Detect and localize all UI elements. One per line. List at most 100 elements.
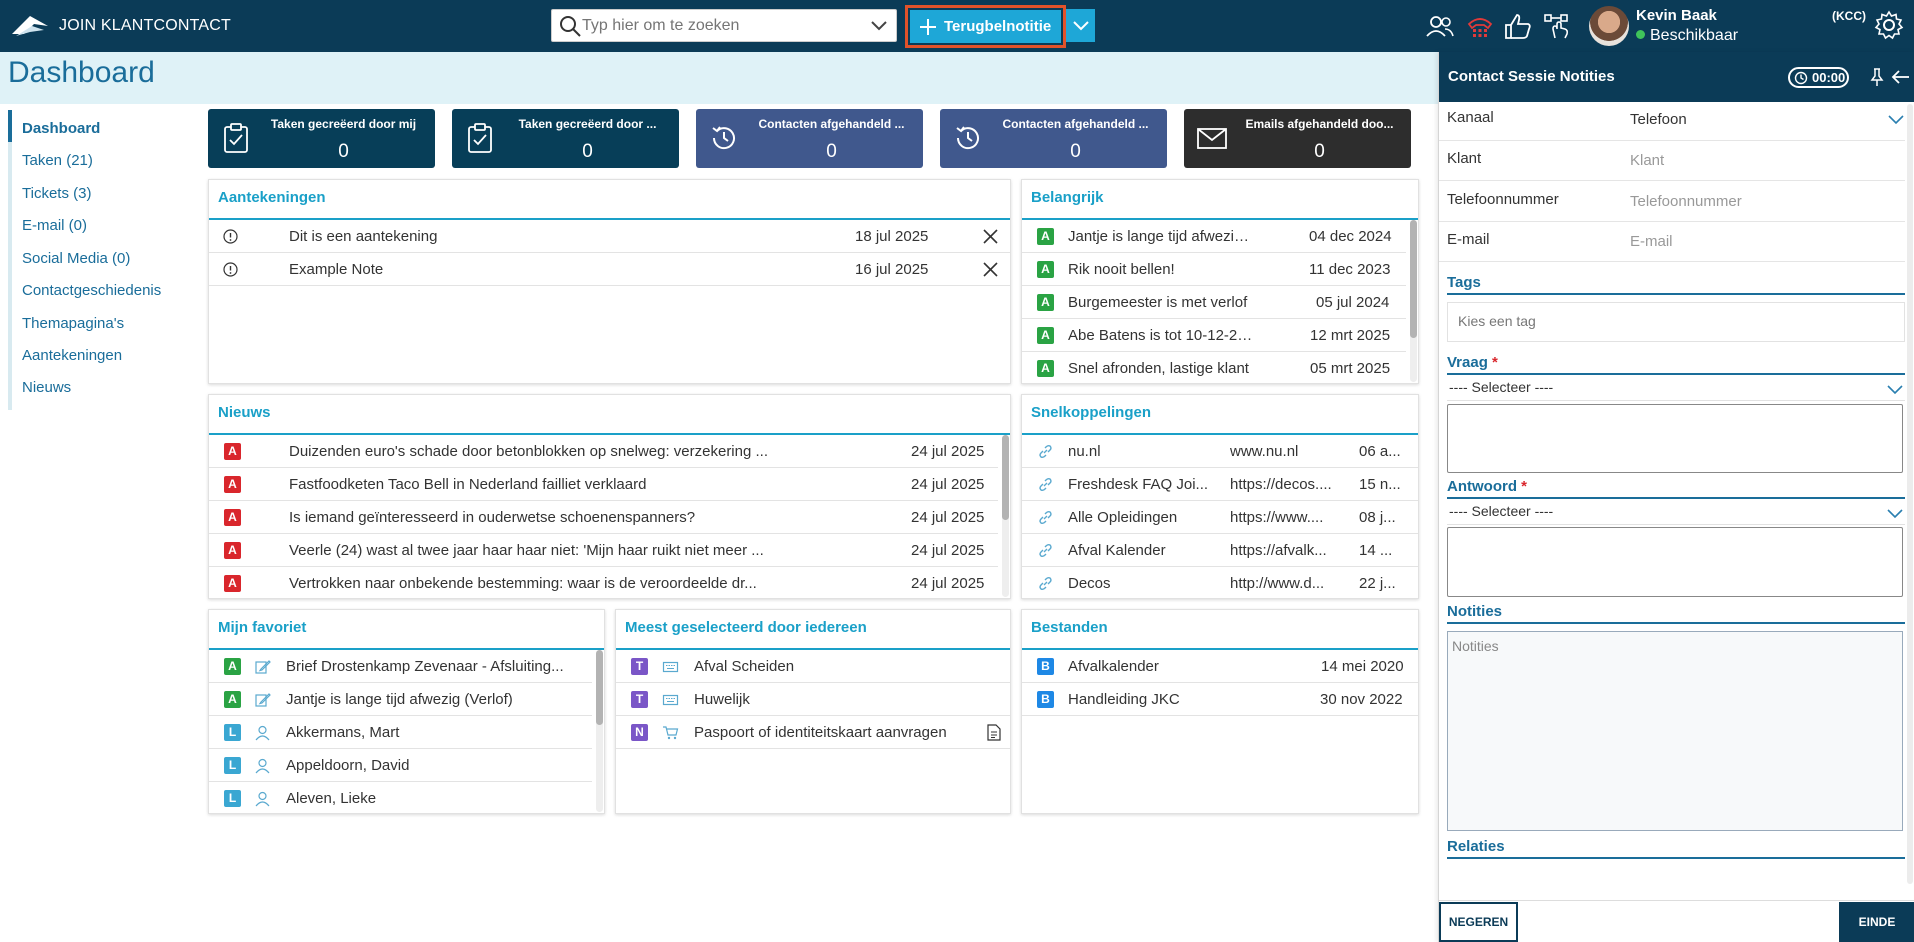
list-item[interactable]: A Burgemeester is met verlof 05 jul 2024 <box>1022 286 1406 319</box>
avatar[interactable] <box>1589 6 1629 46</box>
list-item[interactable]: Afval Kalender https://afvalk... 14 ... <box>1022 534 1418 567</box>
panel-title[interactable]: Mijn favoriet <box>218 619 306 636</box>
sidebar-item-social-media[interactable]: Social Media (0) <box>22 250 130 267</box>
sidebar-item-email[interactable]: E-mail (0) <box>22 217 87 234</box>
badge-b: B <box>1037 691 1054 708</box>
panel-title[interactable]: Aantekeningen <box>218 189 326 206</box>
einde-button[interactable]: EINDE <box>1839 902 1914 942</box>
sidebar-item-themapaginas[interactable]: Themapagina's <box>22 315 124 332</box>
list-item[interactable]: A Jantje is lange tijd afwezig (Verlof) <box>209 683 592 716</box>
list-item[interactable]: Decos http://www.d... 22 j... <box>1022 567 1418 598</box>
list-item[interactable]: A Brief Drostenkamp Zevenaar - Afsluitin… <box>209 650 592 683</box>
list-item[interactable]: L Aleven, Lieke <box>209 782 592 813</box>
sidebar-item-nieuws[interactable]: Nieuws <box>22 379 71 396</box>
antwoord-textarea[interactable] <box>1447 527 1903 597</box>
list-item[interactable]: A Snel afronden, lastige klant 05 mrt 20… <box>1022 352 1406 383</box>
vraag-textarea[interactable] <box>1447 404 1903 473</box>
arrow-left-icon[interactable] <box>1891 67 1911 87</box>
email-field[interactable]: E-mail <box>1630 233 1673 250</box>
scrollbar[interactable] <box>1410 220 1417 382</box>
kanaal-select[interactable]: Telefoon <box>1630 111 1687 128</box>
list-item[interactable]: A Fastfoodketen Taco Bell in Nederland f… <box>209 468 998 501</box>
list-item[interactable]: A Is iemand geïnteresseerd in ouderwetse… <box>209 501 998 534</box>
list-item[interactable]: A Jantje is lange tijd afwezig (Verl... … <box>1022 220 1406 253</box>
card-emails[interactable]: Emails afgehandeld doo... 0 <box>1184 109 1411 168</box>
terugbel-highlight: Terugbelnotitie <box>905 5 1066 48</box>
list-item[interactable]: A Rik nooit bellen! 11 dec 2023 <box>1022 253 1406 286</box>
badge-a: A <box>224 443 241 460</box>
panel-title[interactable]: Meest geselecteerd door iedereen <box>625 619 867 636</box>
scrollbar[interactable] <box>1002 435 1009 597</box>
klant-field[interactable]: Klant <box>1630 152 1664 169</box>
list-item[interactable]: T Afval Scheiden <box>616 650 1010 683</box>
favorite-text: Akkermans, Mart <box>286 724 400 741</box>
scrollbar[interactable] <box>1907 104 1913 884</box>
list-item[interactable]: L Akkermans, Mart <box>209 716 592 749</box>
list-item[interactable]: Example Note 16 jul 2025 <box>209 253 1010 286</box>
person-icon <box>255 725 270 741</box>
list-item[interactable]: T Huwelijk <box>616 683 1010 716</box>
list-item[interactable]: A Veerle (24) wast al twee jaar haar haa… <box>209 534 998 567</box>
list-item[interactable]: Alle Opleidingen https://www.... 08 j... <box>1022 501 1418 534</box>
list-item[interactable]: B Handleiding JKC 30 nov 2022 <box>1022 683 1418 716</box>
sidebar-item-contactgeschiedenis[interactable]: Contactgeschiedenis <box>22 282 161 299</box>
card-taken-door-mij[interactable]: Taken gecreëerd door mij 0 <box>208 109 435 168</box>
telefoonnummer-field[interactable]: Telefoonnummer <box>1630 193 1742 210</box>
list-item[interactable]: N Paspoort of identiteitskaart aanvragen <box>616 716 1010 749</box>
sidebar-item-taken[interactable]: Taken (21) <box>22 152 93 169</box>
scrollbar[interactable] <box>596 650 603 812</box>
link-date: 08 j... <box>1359 509 1396 526</box>
phone-hangup-icon[interactable] <box>1465 12 1495 40</box>
touch-icon[interactable] <box>1543 12 1573 40</box>
thumbs-up-icon[interactable] <box>1503 12 1533 40</box>
vraag-select[interactable]: ---- Selecteer ---- <box>1447 379 1905 401</box>
panel-title[interactable]: Bestanden <box>1031 619 1108 636</box>
negeren-button[interactable]: NEGEREN <box>1439 902 1518 942</box>
antwoord-select[interactable]: ---- Selecteer ---- <box>1447 503 1905 525</box>
close-icon[interactable] <box>982 228 999 245</box>
gear-icon[interactable] <box>1874 10 1904 40</box>
search-input[interactable] <box>582 12 862 40</box>
list-item[interactable]: A Abe Batens is tot 10-12-2024 m... 12 m… <box>1022 319 1406 352</box>
terugbelnotitie-button[interactable]: Terugbelnotitie <box>910 10 1061 43</box>
panel-aantekeningen: Aantekeningen Dit is een aantekening 18 … <box>208 179 1011 384</box>
chevron-down-icon[interactable] <box>1888 113 1904 127</box>
link-date: 22 j... <box>1359 575 1396 592</box>
contacts-icon[interactable] <box>1425 12 1455 40</box>
tags-input[interactable]: Kies een tag <box>1447 302 1905 342</box>
document-icon[interactable] <box>985 724 1002 741</box>
list-item[interactable]: A Vertrokken naar onbekende bestemming: … <box>209 567 998 598</box>
sidebar-item-dashboard[interactable]: Dashboard <box>22 120 100 137</box>
scrollbar-thumb[interactable] <box>1410 220 1417 338</box>
link-icon <box>1039 543 1052 558</box>
sidebar-item-tickets[interactable]: Tickets (3) <box>22 185 91 202</box>
close-icon[interactable] <box>982 261 999 278</box>
user-status[interactable]: Beschikbaar <box>1636 27 1738 45</box>
panel-title[interactable]: Snelkoppelingen <box>1031 404 1151 421</box>
list-item[interactable]: L Appeldoorn, David <box>209 749 592 782</box>
item-text: Rik nooit bellen! <box>1068 261 1175 278</box>
section-divider <box>1447 293 1905 295</box>
scrollbar-thumb[interactable] <box>1002 435 1009 520</box>
section-divider <box>1447 373 1905 375</box>
vraag-title-text: Vraag <box>1447 354 1488 371</box>
notities-textarea[interactable]: Notities <box>1447 631 1903 831</box>
list-item[interactable]: Dit is een aantekening 18 jul 2025 <box>209 220 1010 253</box>
sidebar-item-aantekeningen[interactable]: Aantekeningen <box>22 347 122 364</box>
list-item[interactable]: A Duizenden euro's schade door betonblok… <box>209 435 998 468</box>
list-item[interactable]: B Afvalkalender 14 mei 2020 <box>1022 650 1418 683</box>
panel-title[interactable]: Nieuws <box>218 404 271 421</box>
pin-icon[interactable] <box>1869 67 1885 87</box>
scrollbar-thumb[interactable] <box>596 650 603 725</box>
search-box[interactable] <box>551 9 897 42</box>
list-item[interactable]: nu.nl www.nu.nl 06 a... <box>1022 435 1418 468</box>
card-value: 0 <box>582 141 593 162</box>
chevron-down-icon[interactable] <box>870 18 888 34</box>
card-contacten-1[interactable]: Contacten afgehandeld ... 0 <box>696 109 923 168</box>
panel-title[interactable]: Belangrijk <box>1031 189 1104 206</box>
terugbel-dropdown-button[interactable] <box>1066 9 1095 42</box>
card-taken-door[interactable]: Taken gecreëerd door ... 0 <box>452 109 679 168</box>
list-item[interactable]: Freshdesk FAQ Joi... https://decos.... 1… <box>1022 468 1418 501</box>
card-contacten-2[interactable]: Contacten afgehandeld ... 0 <box>940 109 1167 168</box>
link-icon <box>1039 510 1052 525</box>
